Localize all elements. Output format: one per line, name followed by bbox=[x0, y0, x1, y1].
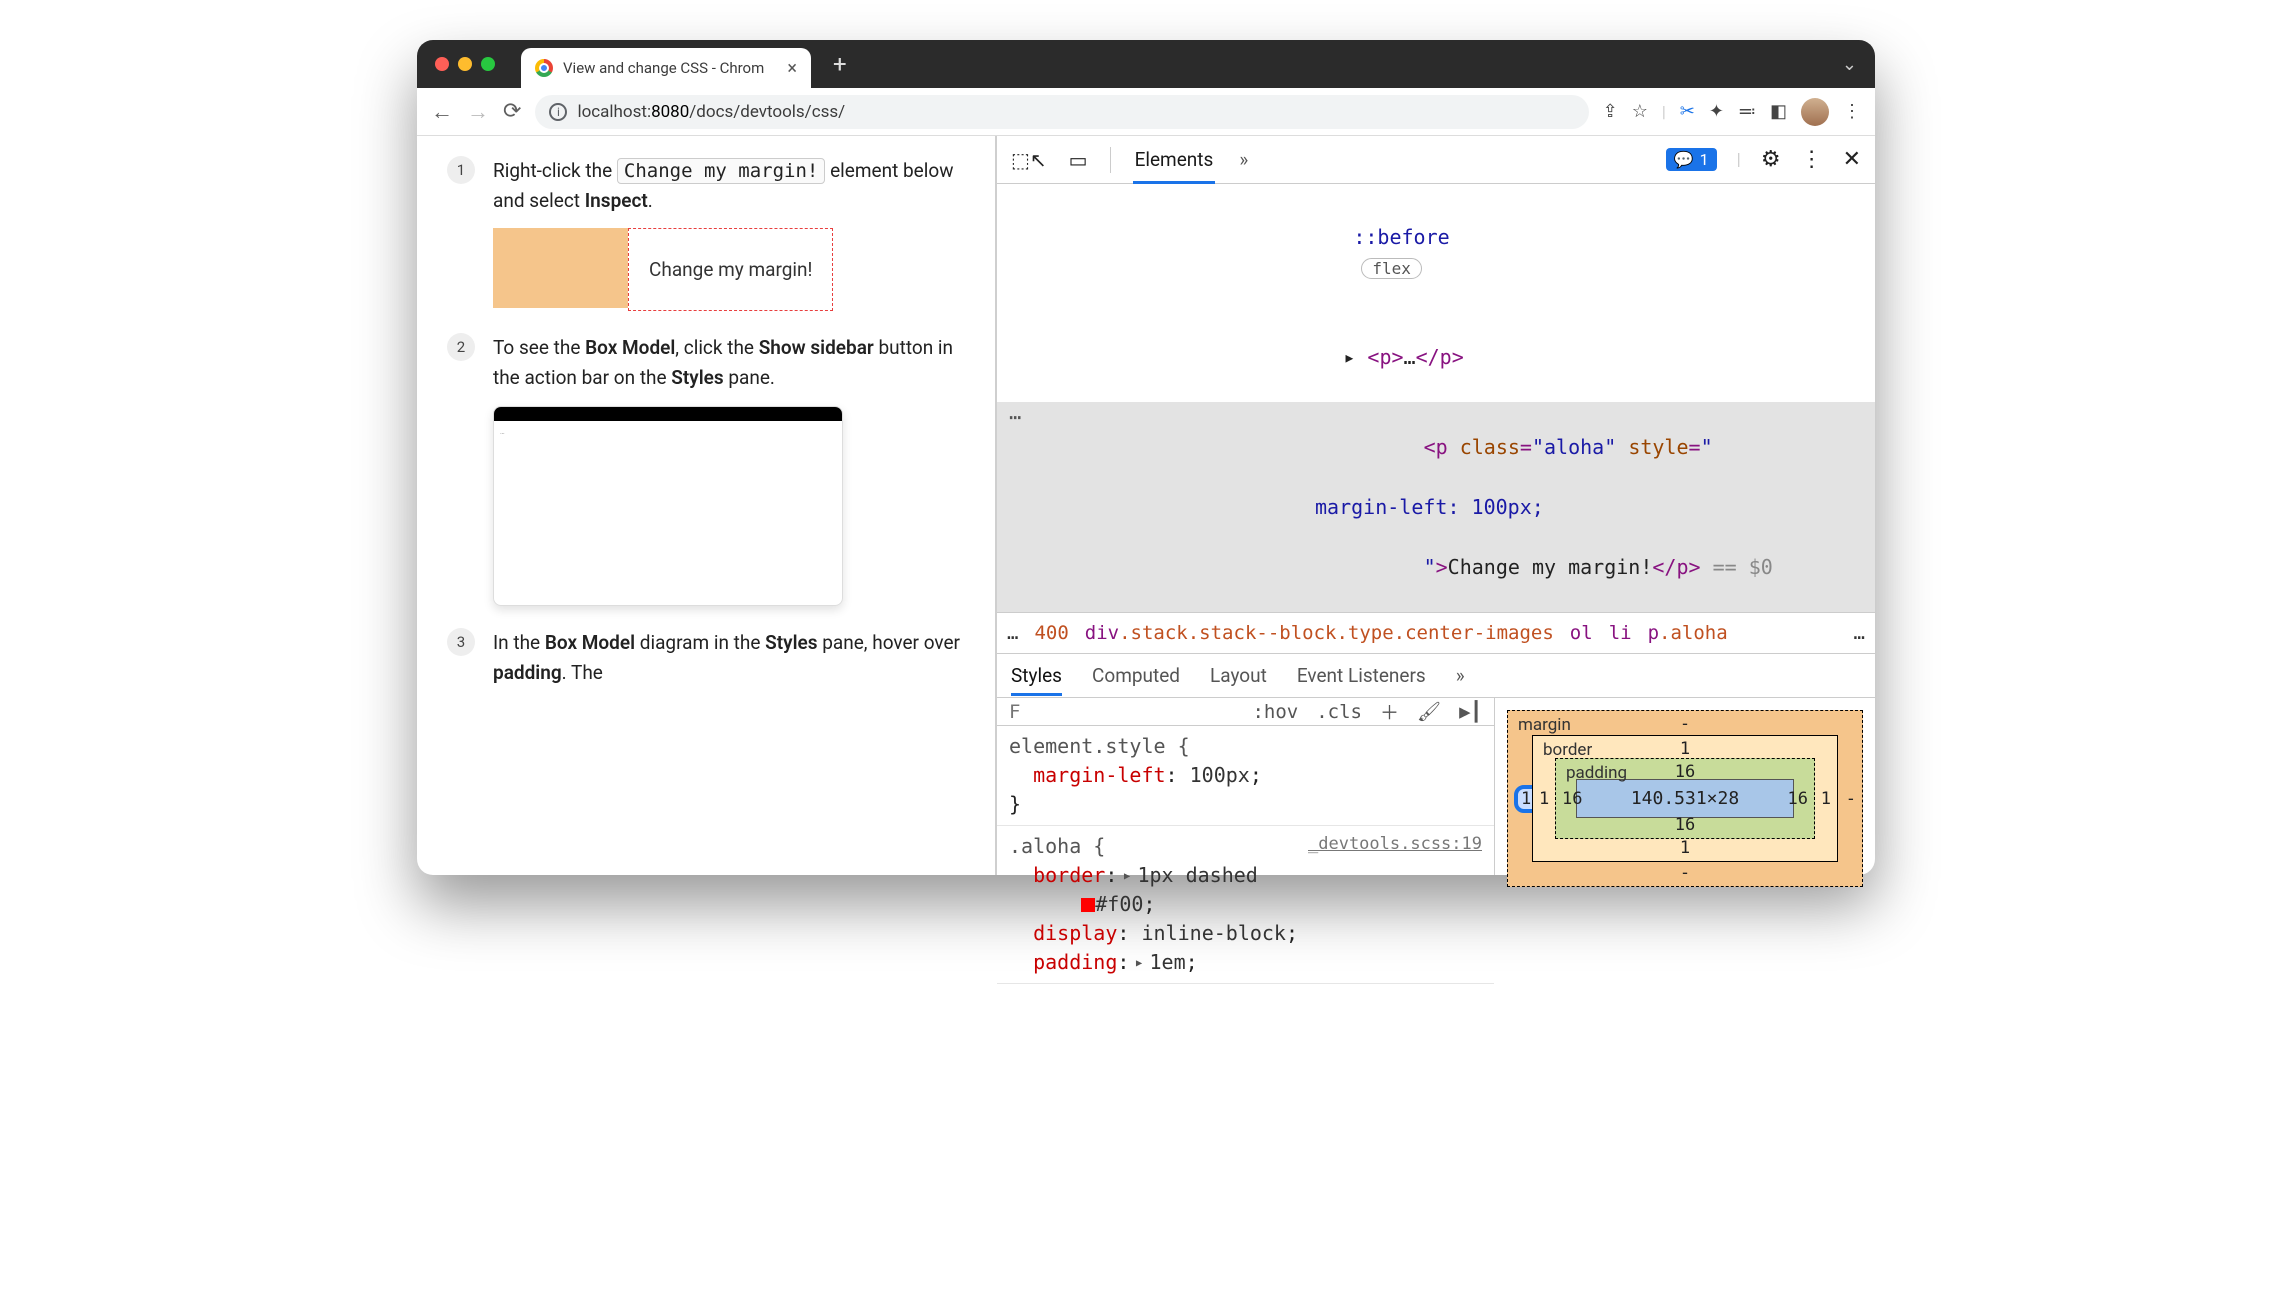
forward-button[interactable]: → bbox=[467, 99, 489, 125]
doc-page: 1 Right-click the Change my margin! elem… bbox=[417, 136, 997, 875]
hov-toggle[interactable]: :hov bbox=[1252, 701, 1298, 723]
kebab-menu-icon[interactable]: ⋮ bbox=[1801, 147, 1823, 172]
tab-more[interactable]: » bbox=[1237, 136, 1250, 183]
address-bar[interactable]: i localhost:8080/docs/devtools/css/ bbox=[535, 95, 1588, 129]
tab-layout[interactable]: Layout bbox=[1210, 664, 1267, 687]
new-rule-button[interactable]: ＋ bbox=[1380, 698, 1399, 725]
minimize-window-button[interactable] bbox=[458, 57, 472, 71]
inspect-icon[interactable]: ⬚↖ bbox=[1011, 148, 1047, 172]
profile-avatar[interactable] bbox=[1801, 98, 1829, 126]
margin-top[interactable]: - bbox=[1680, 714, 1690, 734]
border-right[interactable]: 1 bbox=[1821, 789, 1831, 809]
share-icon[interactable]: ⇪ bbox=[1603, 101, 1618, 122]
padding-top[interactable]: 16 bbox=[1675, 762, 1695, 782]
step-number: 1 bbox=[447, 156, 475, 184]
site-info-icon[interactable]: i bbox=[549, 103, 567, 121]
paint-icon[interactable]: 🖌 bbox=[1417, 700, 1441, 723]
screenshot-thumbnail: … bbox=[493, 406, 843, 606]
source-link[interactable]: _devtools.scss:19 bbox=[1308, 832, 1482, 857]
styles-filter-bar: :hov .cls ＋ 🖌 ▶┃ bbox=[997, 698, 1494, 726]
tab-title: View and change CSS - Chrom bbox=[563, 59, 777, 77]
dom-tree[interactable]: ::before flex ▸ <p>…</p> ⋯ <p class="alo… bbox=[997, 184, 1875, 612]
margin-highlight bbox=[493, 228, 628, 308]
close-tab-button[interactable]: × bbox=[787, 58, 797, 79]
step-number: 3 bbox=[447, 628, 475, 656]
reload-button[interactable]: ⟳ bbox=[503, 99, 521, 124]
back-button[interactable]: ← bbox=[431, 99, 453, 125]
tab-computed[interactable]: Computed bbox=[1092, 664, 1180, 687]
selected-dom-node[interactable]: ⋯ <p class="aloha" style=" margin-left: … bbox=[997, 402, 1875, 612]
chrome-menu-button[interactable]: ⋮ bbox=[1843, 101, 1861, 122]
step-2: 2 To see the Box Model, click the Show s… bbox=[447, 333, 965, 606]
content-size[interactable]: 140.531×28 bbox=[1576, 779, 1794, 818]
browser-tab[interactable]: View and change CSS - Chrom × bbox=[521, 48, 811, 88]
new-tab-button[interactable]: + bbox=[833, 50, 847, 78]
tab-more[interactable]: » bbox=[1456, 664, 1465, 687]
flex-badge[interactable]: flex bbox=[1361, 258, 1422, 279]
padding-right[interactable]: 16 bbox=[1788, 789, 1808, 809]
browser-toolbar: ← → ⟳ i localhost:8080/docs/devtools/css… bbox=[417, 88, 1875, 136]
issues-button[interactable]: 💬 1 bbox=[1666, 148, 1717, 171]
box-model-diagram[interactable]: margin - - - 100 border 1 1 1 1 padding … bbox=[1495, 698, 1875, 875]
reading-list-icon[interactable]: ≕ bbox=[1738, 101, 1756, 122]
margin-right[interactable]: - bbox=[1846, 789, 1856, 809]
styles-pane: :hov .cls ＋ 🖌 ▶┃ element.style { margin-… bbox=[997, 698, 1495, 875]
styles-tabbar: Styles Computed Layout Event Listeners » bbox=[997, 654, 1875, 698]
example-box: Change my margin! bbox=[493, 228, 965, 311]
pseudo-before[interactable]: ::before bbox=[1353, 225, 1449, 249]
rule-aloha[interactable]: _devtools.scss:19 .aloha { border:▸1px d… bbox=[997, 826, 1494, 984]
tab-listeners[interactable]: Event Listeners bbox=[1297, 664, 1426, 687]
color-swatch[interactable] bbox=[1081, 898, 1095, 912]
border-left[interactable]: 1 bbox=[1539, 789, 1549, 809]
devtools-panel: ⬚↖ ▭ Elements » 💬 1 | ⚙ ⋮ ✕ ::before fle… bbox=[997, 136, 1875, 875]
chrome-icon bbox=[535, 59, 553, 77]
window-controls bbox=[435, 57, 495, 71]
rule-element-style[interactable]: element.style { margin-left: 100px; } bbox=[997, 726, 1494, 826]
tabs-dropdown-button[interactable]: ⌄ bbox=[1842, 54, 1857, 75]
close-window-button[interactable] bbox=[435, 57, 449, 71]
border-top[interactable]: 1 bbox=[1680, 739, 1690, 759]
padding-bottom[interactable]: 16 bbox=[1675, 815, 1695, 835]
bookmark-icon[interactable]: ☆ bbox=[1632, 101, 1648, 122]
padding-left[interactable]: 16 bbox=[1562, 789, 1582, 809]
margin-bottom[interactable]: - bbox=[1680, 863, 1690, 883]
close-devtools-icon[interactable]: ✕ bbox=[1843, 147, 1861, 172]
window-titlebar: View and change CSS - Chrom × + ⌄ bbox=[417, 40, 1875, 88]
zoom-window-button[interactable] bbox=[481, 57, 495, 71]
dom-breadcrumb[interactable]: … 400 div.stack.stack--block.type.center… bbox=[997, 612, 1875, 654]
tab-elements[interactable]: Elements bbox=[1133, 136, 1216, 183]
reveal-icon[interactable]: ⋯ bbox=[997, 402, 1035, 612]
scissors-icon[interactable]: ✂ bbox=[1680, 101, 1695, 122]
border-bottom[interactable]: 1 bbox=[1680, 838, 1690, 858]
step-1: 1 Right-click the Change my margin! elem… bbox=[447, 156, 965, 311]
show-sidebar-button[interactable]: ▶┃ bbox=[1459, 701, 1482, 723]
url-host: localhost:8080/docs/devtools/css/ bbox=[577, 102, 845, 122]
cls-toggle[interactable]: .cls bbox=[1316, 701, 1362, 723]
side-panel-icon[interactable]: ◧ bbox=[1770, 101, 1787, 122]
step-3: 3 In the Box Model diagram in the Styles… bbox=[447, 628, 965, 687]
tab-styles[interactable]: Styles bbox=[1011, 664, 1062, 687]
device-toggle-icon[interactable]: ▭ bbox=[1069, 148, 1088, 172]
devtools-toolbar: ⬚↖ ▭ Elements » 💬 1 | ⚙ ⋮ ✕ bbox=[997, 136, 1875, 184]
step-number: 2 bbox=[447, 333, 475, 361]
inline-code: Change my margin! bbox=[617, 158, 825, 184]
change-margin-element[interactable]: Change my margin! bbox=[628, 228, 833, 311]
extensions-icon[interactable]: ✦ bbox=[1709, 101, 1724, 122]
settings-icon[interactable]: ⚙ bbox=[1761, 147, 1781, 172]
filter-input[interactable] bbox=[1009, 701, 1069, 723]
